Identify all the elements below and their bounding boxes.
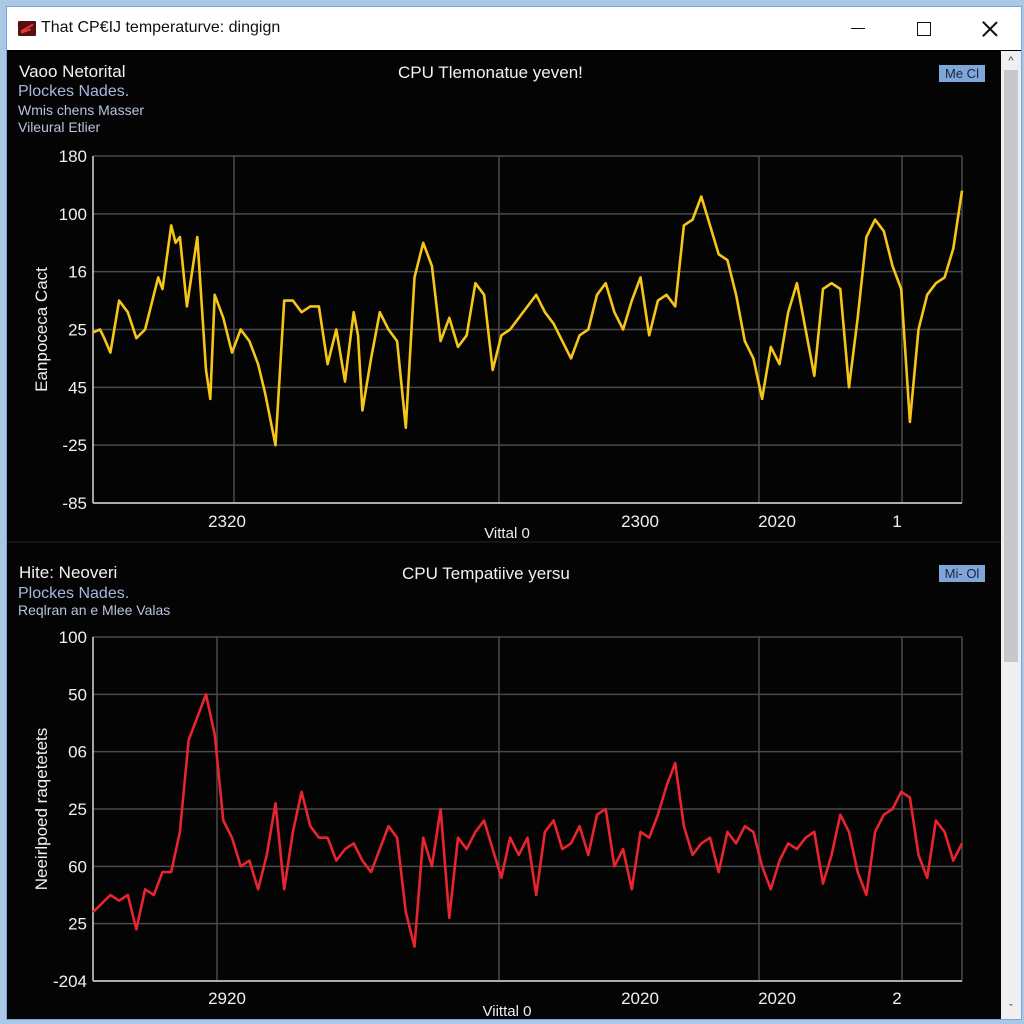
app-window: That CP€IJ temperaturve: dingign Vaoo Ne… <box>6 6 1022 1020</box>
y-tick-label: 45 <box>68 378 87 397</box>
chart-panel-bottom: Hite: Neoveri Plockes Nades. Reqlran an … <box>7 543 1001 1020</box>
x-tick-label: 2020 <box>758 989 796 1008</box>
close-button[interactable] <box>967 7 1013 50</box>
x-axis-label: Viittal 0 <box>483 1003 532 1020</box>
app-icon <box>18 21 36 36</box>
y-tick-label: 25 <box>68 321 87 340</box>
scroll-thumb[interactable] <box>1004 70 1018 662</box>
title-bar: That CP€IJ temperaturve: dingign <box>7 7 1021 50</box>
scroll-up-arrow-icon[interactable]: ^ <box>1001 53 1021 69</box>
x-tick-label: 2300 <box>621 512 659 531</box>
x-tick-label: 1 <box>892 512 901 531</box>
maximize-button[interactable] <box>901 7 947 50</box>
close-icon <box>982 21 998 37</box>
x-tick-label: 2320 <box>208 512 246 531</box>
y-tick-label: -25 <box>62 436 87 455</box>
y-tick-label: 100 <box>59 205 87 224</box>
y-tick-label: 50 <box>68 685 87 704</box>
y-tick-label: -204 <box>53 972 87 991</box>
y-tick-label: 180 <box>59 147 87 166</box>
chart-top: 180 100 16 25 45 -25 -85 2320 2300 2020 1 Vittal 0 E… <box>32 147 964 542</box>
y-tick-label: 25 <box>68 915 87 934</box>
x-tick-label: 2020 <box>758 512 796 531</box>
y-tick-label: -85 <box>62 494 87 513</box>
scroll-down-arrow-icon[interactable]: ˇ <box>1001 1001 1021 1017</box>
series-line-top <box>92 190 964 447</box>
x-tick-label: 2920 <box>208 989 246 1008</box>
y-tick-label: 60 <box>68 857 87 876</box>
y-axis-label: Eanpoceca Cact <box>32 267 51 392</box>
window-title: That CP€IJ temperaturve: dingign <box>41 19 281 36</box>
y-axis-label: Neeirlpoed raqetetets <box>32 728 51 891</box>
x-tick-label: 2 <box>892 989 901 1008</box>
maximize-icon <box>917 21 931 36</box>
y-tick-label: 06 <box>68 743 87 762</box>
minimize-button[interactable] <box>835 7 881 50</box>
chart-bottom: 100 50 06 25 60 25 -204 2920 2020 2020 2 Viittal 0 N… <box>32 628 964 1020</box>
y-tick-label: 16 <box>68 263 87 282</box>
series-line-bottom <box>92 693 964 948</box>
x-axis-label: Vittal 0 <box>484 525 530 542</box>
y-tick-label: 100 <box>59 628 87 647</box>
y-tick-label: 25 <box>68 800 87 819</box>
x-tick-label: 2020 <box>621 989 659 1008</box>
chart-panel-top: Vaoo Netorital Plockes Nades. Wmis chens… <box>7 51 1001 542</box>
minimize-icon <box>851 27 865 30</box>
vertical-scrollbar[interactable]: ^ ˇ <box>1001 51 1021 1019</box>
